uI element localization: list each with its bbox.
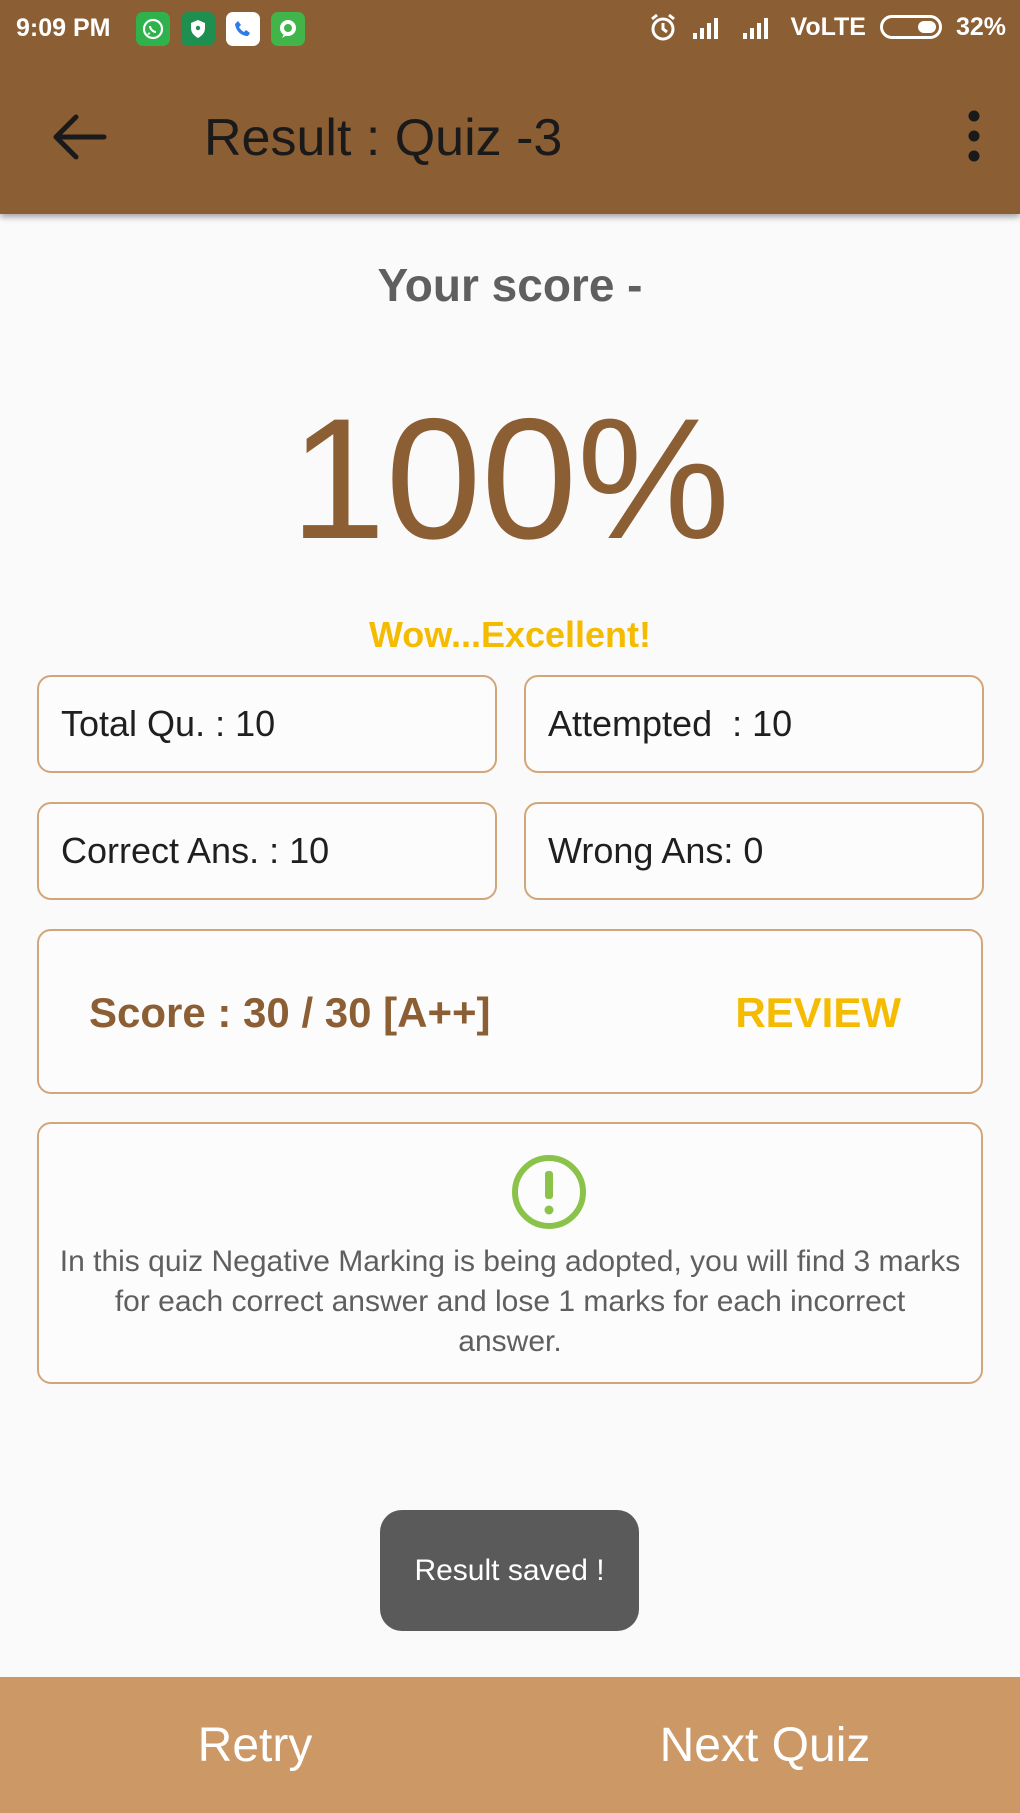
- wrong-answers-label: Wrong Ans: 0: [548, 830, 764, 871]
- attempted-label: Attempted : 10: [548, 703, 793, 744]
- phone-icon: [226, 12, 260, 46]
- battery-percent: 32%: [955, 12, 1006, 41]
- score-box: Score : 30 / 30 [A++] REVIEW: [37, 929, 983, 1094]
- page-title: Result : Quiz -3: [204, 109, 563, 167]
- total-questions-label: Total Qu. : 10: [61, 703, 276, 744]
- status-bar: 9:09 PM VoLTE 32%: [0, 0, 1020, 58]
- network-label: VoLTE: [790, 12, 866, 41]
- chat-icon: [271, 12, 305, 46]
- attempted-box: Attempted : 10: [524, 675, 984, 773]
- negative-marking-note: In this quiz Negative Marking is being a…: [37, 1122, 983, 1384]
- note-text: In this quiz Negative Marking is being a…: [59, 1245, 961, 1358]
- signal-icon-2: [742, 18, 768, 39]
- app-bar: 9:09 PM VoLTE 32% Result: Quiz -3: [0, 0, 1020, 214]
- score-percent: 100%: [290, 383, 730, 575]
- back-arrow-icon[interactable]: [52, 112, 108, 162]
- battery-icon: [879, 15, 942, 39]
- status-right: VoLTE 32%: [649, 12, 1006, 42]
- score-label: Score : 30 / 30 [A++]: [89, 989, 491, 1036]
- toast-text: Result saved !: [414, 1553, 605, 1587]
- whatsapp-icon: [136, 12, 170, 46]
- more-vert-icon[interactable]: [962, 110, 986, 162]
- score-heading: Your score -: [377, 259, 643, 311]
- signal-icon: [692, 18, 718, 39]
- status-time: 9:09 PM: [16, 14, 111, 42]
- score-remark: Wow...Excellent!: [368, 614, 652, 655]
- correct-answers-label: Correct Ans. : 10: [61, 830, 330, 871]
- retry-button[interactable]: Retry: [0, 1677, 510, 1813]
- bottom-bar: Retry Next Quiz: [0, 1677, 1020, 1813]
- review-button[interactable]: REVIEW: [735, 989, 901, 1037]
- alarm-icon: [650, 13, 675, 41]
- result-saved-toast: Result saved !: [380, 1510, 639, 1631]
- wrong-answers-box: Wrong Ans: 0: [524, 802, 984, 900]
- shield-icon: [181, 12, 215, 46]
- total-questions-box: Total Qu. : 10: [37, 675, 497, 773]
- next-quiz-button[interactable]: Next Quiz: [510, 1677, 1020, 1813]
- correct-answers-box: Correct Ans. : 10: [37, 802, 497, 900]
- warning-circle-icon: [512, 1155, 586, 1229]
